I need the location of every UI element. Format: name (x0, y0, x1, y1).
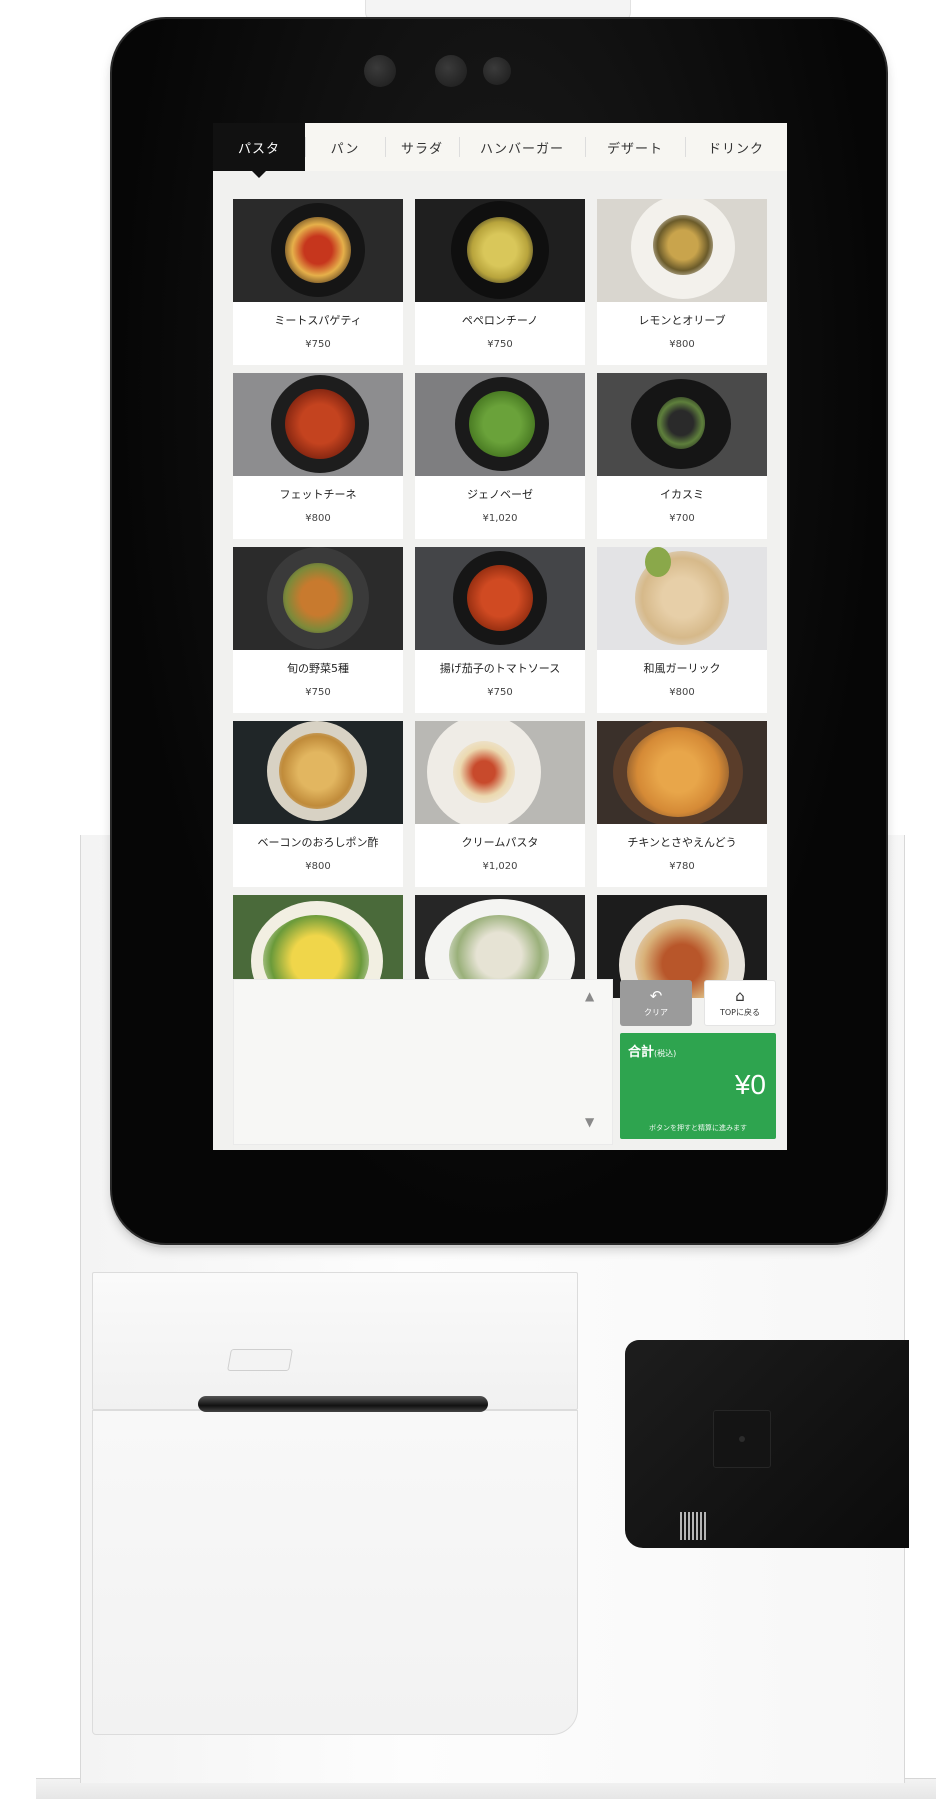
menu-grid: ミートスパゲティ ¥750 ペペロンチーノ ¥750 レモンとオリーブ ¥800 (233, 199, 767, 1079)
menu-item-price: ¥700 (669, 513, 695, 524)
order-list[interactable] (233, 979, 613, 1145)
tab-pasta[interactable]: パスタ (213, 123, 305, 178)
menu-item-price: ¥1,020 (482, 513, 518, 524)
menu-item-card[interactable]: 揚げ茄子のトマトソース ¥750 (415, 547, 585, 713)
cabinet-door (92, 1410, 578, 1735)
menu-item-name: ベーコンのおろしポン酢 (257, 836, 379, 849)
tab-bread[interactable]: パン (305, 123, 385, 171)
dish-photo (415, 721, 585, 824)
kiosk-screen: パスタ パン サラダ ハンバーガー デザート ドリンク ミートスパゲティ ¥75… (213, 123, 787, 1150)
menu-item-card[interactable]: 和風ガーリック ¥800 (597, 547, 767, 713)
menu-item-name: ミートスパゲティ (274, 314, 362, 327)
menu-item-name: レモンとオリーブ (638, 314, 726, 327)
tab-dessert[interactable]: デザート (585, 123, 685, 171)
menu-item-price: ¥750 (305, 687, 331, 698)
menu-item-card[interactable]: ペペロンチーノ ¥750 (415, 199, 585, 365)
dish-photo (415, 199, 585, 302)
scroll-down-button[interactable]: ▼ (585, 1115, 594, 1129)
total-label: 合計(税込) (628, 1041, 676, 1060)
tax-note: (税込) (654, 1049, 677, 1058)
printer-latch[interactable] (227, 1349, 293, 1371)
total-amount: ¥0 (734, 1069, 766, 1100)
menu-item-price: ¥750 (487, 687, 513, 698)
menu-item-price: ¥750 (487, 339, 513, 350)
menu-item-name: フェットチーネ (279, 488, 357, 501)
menu-item-price: ¥750 (305, 339, 331, 350)
menu-item-name: ペペロンチーノ (461, 314, 539, 327)
scroll-up-button[interactable]: ▲ (585, 989, 594, 1003)
dish-photo (233, 199, 403, 302)
dish-photo (233, 373, 403, 476)
menu-item-card[interactable]: ベーコンのおろしポン酢 ¥800 (233, 721, 403, 887)
menu-item-price: ¥800 (669, 339, 695, 350)
printer-cover (92, 1272, 578, 1410)
menu-item-card[interactable]: 旬の野菜5種 ¥750 (233, 547, 403, 713)
menu-item-card[interactable]: ミートスパゲティ ¥750 (233, 199, 403, 365)
menu-item-price: ¥1,020 (482, 861, 518, 872)
total-checkout-button[interactable]: 合計(税込) ¥0 ボタンを押すと精算に進みます (620, 1033, 776, 1139)
dish-photo (597, 721, 767, 824)
tab-salad[interactable]: サラダ (385, 123, 459, 171)
back-to-top-button[interactable]: ⌂ TOPに戻る (704, 980, 776, 1026)
menu-item-price: ¥800 (305, 861, 331, 872)
dish-photo (415, 373, 585, 476)
tab-drink[interactable]: ドリンク (685, 123, 787, 171)
dish-photo (233, 547, 403, 650)
checkout-hint: ボタンを押すと精算に進みます (649, 1124, 747, 1132)
menu-item-card[interactable]: フェットチーネ ¥800 (233, 373, 403, 539)
menu-item-card[interactable]: イカスミ ¥700 (597, 373, 767, 539)
total-label-text: 合計 (628, 1045, 655, 1060)
sensor-icon (483, 57, 511, 85)
menu-item-price: ¥780 (669, 861, 695, 872)
sensor-icon (435, 55, 467, 87)
home-icon: ⌂ (735, 987, 745, 1005)
dish-photo (597, 199, 767, 302)
camera-icon (364, 55, 396, 87)
menu-item-card[interactable]: ジェノベーゼ ¥1,020 (415, 373, 585, 539)
menu-item-card[interactable]: クリームパスタ ¥1,020 (415, 721, 585, 887)
menu-item-name: 和風ガーリック (643, 662, 721, 675)
menu-item-price: ¥800 (669, 687, 695, 698)
menu-item-price: ¥800 (305, 513, 331, 524)
menu-item-name: チキンとさやえんどう (627, 836, 737, 849)
dish-photo (597, 373, 767, 476)
menu-item-name: イカスミ (660, 488, 704, 501)
menu-item-name: 旬の野菜5種 (287, 662, 349, 675)
menu-item-card[interactable]: レモンとオリーブ ¥800 (597, 199, 767, 365)
menu-item-name: ジェノベーゼ (467, 488, 533, 501)
scanner-lens-icon (739, 1436, 745, 1442)
clear-label: クリア (644, 1008, 668, 1017)
clear-button[interactable]: ↶ クリア (620, 980, 692, 1026)
qr-code-icon (680, 1512, 706, 1540)
menu-item-name: 揚げ茄子のトマトソース (439, 662, 561, 675)
receipt-slot (198, 1396, 488, 1412)
tab-hamburger[interactable]: ハンバーガー (459, 123, 585, 171)
menu-item-card[interactable]: チキンとさやえんどう ¥780 (597, 721, 767, 887)
dish-photo (597, 547, 767, 650)
undo-icon: ↶ (649, 987, 663, 1005)
dish-photo (233, 721, 403, 824)
menu-item-name: クリームパスタ (461, 836, 539, 849)
dish-photo (415, 547, 585, 650)
category-tabs: パスタ パン サラダ ハンバーガー デザート ドリンク (213, 123, 787, 178)
top-label: TOPに戻る (719, 1008, 760, 1017)
